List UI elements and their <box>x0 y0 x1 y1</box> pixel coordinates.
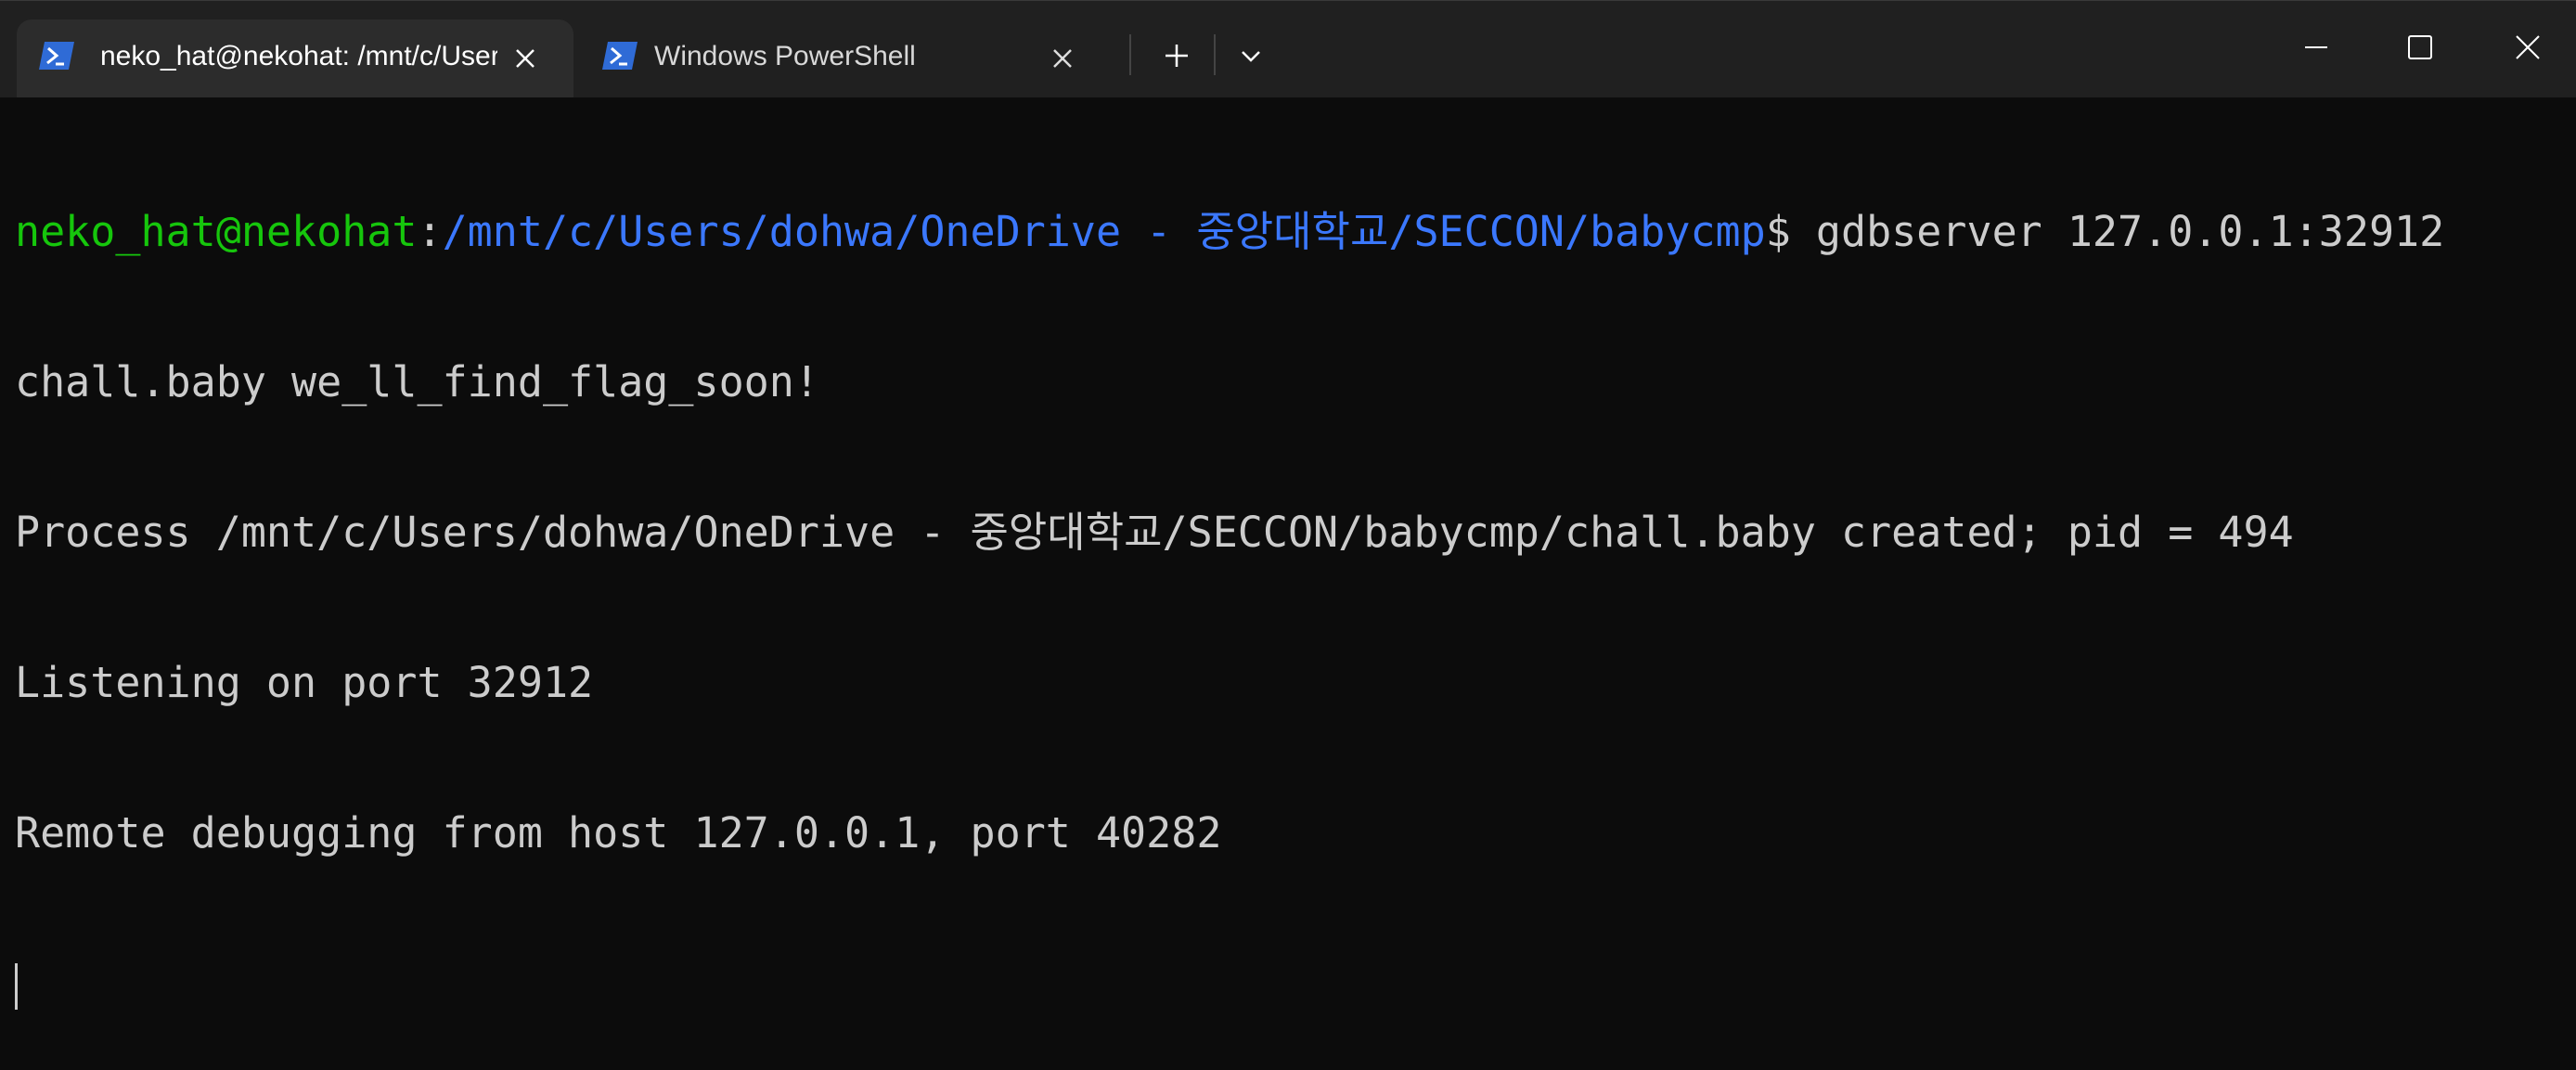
prompt-path: /mnt/c/Users/dohwa/OneDrive - 중앙대학교/SECC… <box>442 207 1766 256</box>
title-bar: neko_hat@nekohat: /mnt/c/Users/dohwa/One… <box>0 1 2576 97</box>
output-line: Remote debugging from host 127.0.0.1, po… <box>15 808 1222 857</box>
prompt-line: neko_hat@nekohat:/mnt/c/Users/dohwa/OneD… <box>15 207 2567 257</box>
tab-divider <box>1214 34 1216 75</box>
powershell-icon <box>602 42 638 70</box>
prompt-user: neko_hat@nekohat <box>15 207 418 256</box>
text-cursor <box>15 963 18 1010</box>
close-icon[interactable] <box>507 40 544 77</box>
cursor-line <box>15 959 2567 1010</box>
tab-label: neko_hat@nekohat: /mnt/c/Users/dohwa/One… <box>100 41 497 71</box>
tab-divider <box>1129 34 1131 75</box>
maximize-icon[interactable] <box>2394 21 2446 73</box>
terminal-window: neko_hat@nekohat: /mnt/c/Users/dohwa/One… <box>0 0 2576 1070</box>
close-icon[interactable] <box>1044 40 1081 77</box>
close-icon[interactable] <box>2502 21 2554 73</box>
minimize-icon[interactable] <box>2290 21 2342 73</box>
prompt-symbol: $ <box>1765 207 1816 256</box>
tab-windows-powershell[interactable]: Windows PowerShell <box>580 19 1092 97</box>
prompt-separator: : <box>417 207 443 256</box>
terminal-output[interactable]: neko_hat@nekohat:/mnt/c/Users/dohwa/OneD… <box>15 107 2567 1063</box>
output-line: Listening on port 32912 <box>15 658 594 707</box>
output-line: chall.baby we_ll_find_flag_soon! <box>15 357 819 406</box>
command-text: gdbserver 127.0.0.1:32912 <box>1815 207 2445 256</box>
powershell-icon <box>39 42 74 70</box>
plus-icon[interactable] <box>1155 34 1198 77</box>
tab-label: Windows PowerShell <box>654 41 916 71</box>
tab-wsl[interactable]: neko_hat@nekohat: /mnt/c/Users/dohwa/One… <box>17 19 573 97</box>
output-line: Process /mnt/c/Users/dohwa/OneDrive - 중앙… <box>15 508 2294 557</box>
chevron-down-icon[interactable] <box>1230 34 1272 77</box>
